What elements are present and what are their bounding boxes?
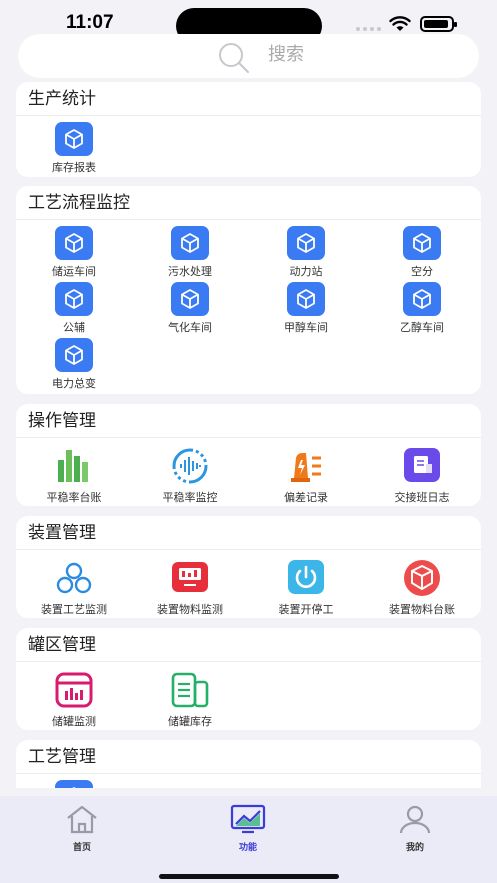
search-input[interactable] bbox=[268, 44, 388, 65]
item-label: 偏差记录 bbox=[284, 491, 328, 504]
item-device-material-monitor[interactable]: 装置物料监测 bbox=[132, 558, 248, 617]
cube-icon bbox=[287, 282, 325, 316]
item-label: 装置工艺监测 bbox=[41, 603, 107, 616]
tab-label: 我的 bbox=[405, 843, 424, 853]
item-label: 气化车间 bbox=[168, 321, 212, 334]
section-process-monitoring: 工艺流程监控 储运车间 污水处理 动力站 空分 公辅 气化车间 甲醇车间 乙醇车… bbox=[16, 186, 481, 394]
section-production: 生产统计 库存报表 bbox=[16, 82, 481, 177]
user-icon bbox=[399, 805, 431, 834]
bar-chart-icon bbox=[52, 446, 96, 486]
section-operation: 操作管理 平稳率台账 平稳率监控 偏差记录 交接班日志 bbox=[16, 404, 481, 506]
section-title: 罐区管理 bbox=[16, 628, 481, 662]
cube-icon bbox=[55, 122, 93, 156]
item-stability-ledger[interactable]: 平稳率台账 bbox=[16, 446, 132, 505]
item-gasification[interactable]: 气化车间 bbox=[132, 282, 248, 335]
cube-icon bbox=[171, 282, 209, 316]
section-tank-area: 罐区管理 储罐监测 储罐库存 bbox=[16, 628, 481, 730]
item-label: 库存报表 bbox=[52, 161, 96, 174]
item-label: 储罐监测 bbox=[52, 715, 96, 728]
item-wastewater[interactable]: 污水处理 bbox=[132, 226, 248, 279]
tab-bar: 首页 功能 我的 bbox=[0, 796, 497, 883]
log-book-icon bbox=[400, 446, 444, 486]
item-tank-inventory[interactable]: 储罐库存 bbox=[132, 670, 248, 729]
section-title: 生产统计 bbox=[16, 82, 481, 116]
cube-icon bbox=[55, 338, 93, 372]
item-deviation-record[interactable]: 偏差记录 bbox=[248, 446, 364, 505]
cube-icon bbox=[171, 226, 209, 260]
cube-icon bbox=[55, 780, 93, 788]
monitor-screen-icon bbox=[168, 558, 212, 598]
item-shift-log[interactable]: 交接班日志 bbox=[364, 446, 480, 505]
tab-home[interactable]: 首页 bbox=[42, 804, 122, 853]
status-time: 11:07 bbox=[66, 12, 114, 33]
function-list[interactable]: 生产统计 库存报表 工艺流程监控 储运车间 污水处理 动力站 空分 公辅 气化车… bbox=[0, 82, 497, 788]
tank-gauge-icon bbox=[52, 670, 96, 710]
materials-cube-icon bbox=[400, 558, 444, 598]
item-label: 乙醇车间 bbox=[400, 321, 444, 334]
home-icon bbox=[67, 805, 97, 834]
battery-icon bbox=[420, 16, 457, 32]
item-label: 储运车间 bbox=[52, 265, 96, 278]
item-label: 装置物料台账 bbox=[389, 603, 455, 616]
item-label: 污水处理 bbox=[168, 265, 212, 278]
item-label: 储罐库存 bbox=[168, 715, 212, 728]
section-craft: 工艺管理 bbox=[16, 740, 481, 788]
item-methanol[interactable]: 甲醇车间 bbox=[248, 282, 364, 335]
item-power-substation[interactable]: 电力总变 bbox=[16, 338, 132, 391]
item-label: 电力总变 bbox=[52, 377, 96, 390]
item-utilities[interactable]: 公辅 bbox=[16, 282, 132, 335]
item-label: 平稳率监控 bbox=[162, 491, 218, 504]
section-title: 操作管理 bbox=[16, 404, 481, 438]
item-label: 平稳率台账 bbox=[46, 491, 102, 504]
item-label: 公辅 bbox=[63, 321, 85, 334]
wifi-icon bbox=[389, 16, 411, 31]
item-device-material-ledger[interactable]: 装置物料台账 bbox=[364, 558, 480, 617]
section-device: 装置管理 装置工艺监测 装置物料监测 装置开停工 装置物料台账 bbox=[16, 516, 481, 618]
item-ethanol[interactable]: 乙醇车间 bbox=[364, 282, 480, 335]
alarm-light-icon bbox=[284, 446, 328, 486]
item-inventory-report[interactable]: 库存报表 bbox=[16, 122, 132, 175]
item-craft-partial[interactable] bbox=[16, 780, 132, 788]
item-device-start-stop[interactable]: 装置开停工 bbox=[248, 558, 364, 617]
item-air-separation[interactable]: 空分 bbox=[364, 226, 480, 279]
waveform-icon bbox=[168, 446, 212, 486]
item-tank-monitor[interactable]: 储罐监测 bbox=[16, 670, 132, 729]
item-storage-workshop[interactable]: 储运车间 bbox=[16, 226, 132, 279]
search-icon bbox=[219, 43, 249, 73]
storage-tank-icon bbox=[168, 670, 212, 710]
item-label: 装置开停工 bbox=[278, 603, 334, 616]
power-icon bbox=[284, 558, 328, 598]
network-circles-icon bbox=[52, 558, 96, 598]
home-indicator bbox=[159, 874, 339, 879]
tab-label: 首页 bbox=[72, 843, 91, 853]
item-label: 空分 bbox=[411, 265, 433, 278]
cube-icon bbox=[403, 282, 441, 316]
item-label: 交接班日志 bbox=[394, 491, 450, 504]
item-power-station[interactable]: 动力站 bbox=[248, 226, 364, 279]
search-bar[interactable] bbox=[18, 34, 479, 78]
item-device-process-monitor[interactable]: 装置工艺监测 bbox=[16, 558, 132, 617]
cube-icon bbox=[55, 226, 93, 260]
tab-label: 功能 bbox=[238, 843, 257, 853]
item-label: 甲醇车间 bbox=[284, 321, 328, 334]
tab-profile[interactable]: 我的 bbox=[375, 804, 455, 853]
item-label: 动力站 bbox=[289, 265, 323, 278]
section-title: 工艺管理 bbox=[16, 740, 481, 774]
dashboard-chart-icon bbox=[230, 804, 266, 834]
cube-icon bbox=[403, 226, 441, 260]
tab-functions[interactable]: 功能 bbox=[208, 804, 288, 853]
cube-icon bbox=[287, 226, 325, 260]
section-title: 装置管理 bbox=[16, 516, 481, 550]
item-stability-monitor[interactable]: 平稳率监控 bbox=[132, 446, 248, 505]
section-title: 工艺流程监控 bbox=[16, 186, 481, 220]
cube-icon bbox=[55, 282, 93, 316]
item-label: 装置物料监测 bbox=[157, 603, 223, 616]
cellular-signal-icon bbox=[356, 27, 381, 31]
